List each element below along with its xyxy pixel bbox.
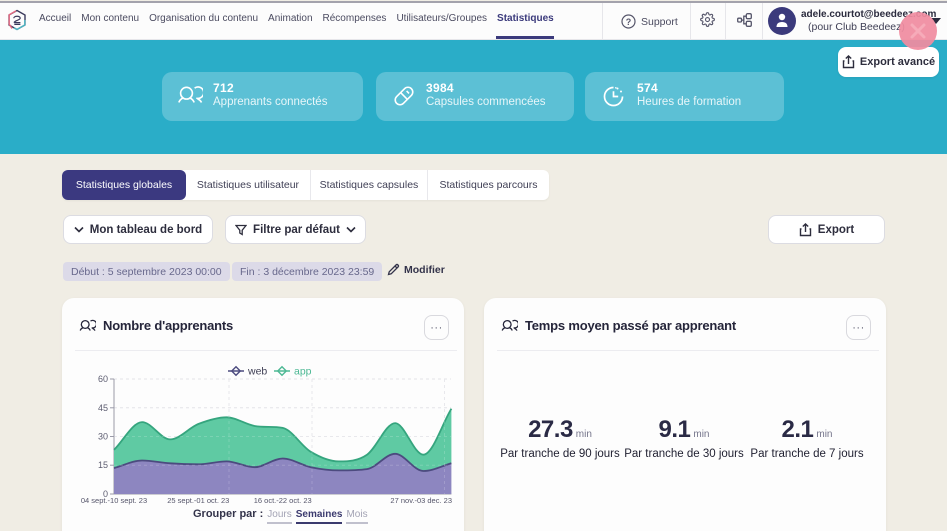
- svg-text:web: web: [247, 366, 267, 378]
- svg-text:45: 45: [98, 403, 108, 413]
- svg-text:15: 15: [98, 460, 108, 470]
- svg-text:30: 30: [98, 432, 108, 442]
- svg-text:app: app: [294, 366, 312, 378]
- svg-text:60: 60: [98, 374, 108, 384]
- svg-text:16 oct.-22 oct. 23: 16 oct.-22 oct. 23: [254, 496, 312, 505]
- svg-text:?: ?: [626, 17, 632, 27]
- svg-text:04 sept.-10 sept. 23: 04 sept.-10 sept. 23: [81, 496, 147, 505]
- svg-text:25 sept.-01 oct. 23: 25 sept.-01 oct. 23: [167, 496, 229, 505]
- svg-text:27 nov.-03 dec. 23: 27 nov.-03 dec. 23: [390, 496, 452, 505]
